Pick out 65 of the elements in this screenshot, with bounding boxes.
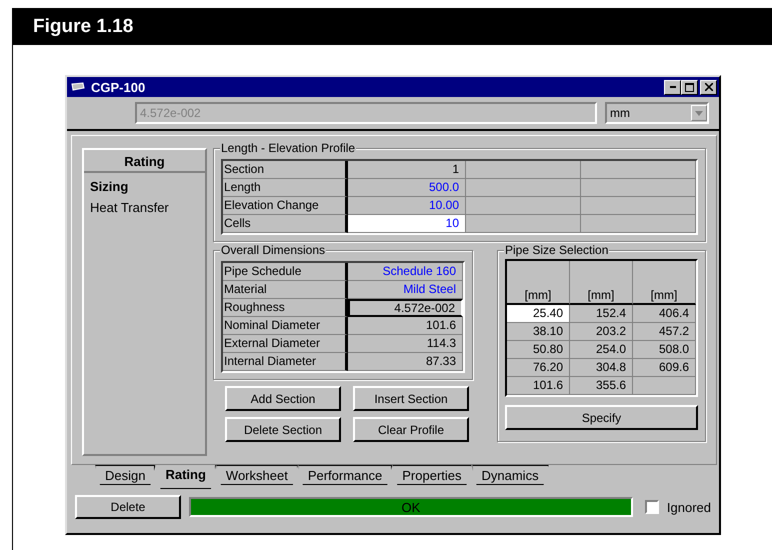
empty-cell (633, 377, 696, 395)
group-title: Pipe Size Selection (504, 243, 610, 257)
value-cell[interactable]: 114.3 (348, 335, 463, 353)
section-button[interactable]: Add Section (225, 386, 341, 411)
size-cell[interactable]: 254.0 (570, 341, 633, 359)
value-cell[interactable]: Mild Steel (348, 281, 463, 299)
tab[interactable]: Performance (298, 465, 392, 485)
group-title: Length - Elevation Profile (220, 141, 356, 155)
size-cell[interactable]: 38.10 (507, 323, 570, 341)
column-header: [mm] (570, 261, 633, 305)
figure-caption: Figure 1.18 (13, 8, 772, 45)
tab[interactable]: Dynamics (472, 465, 549, 485)
close-button[interactable] (700, 80, 717, 94)
value-cell[interactable]: 101.6 (348, 317, 463, 335)
maximize-button[interactable] (681, 80, 698, 94)
app-icon (71, 82, 85, 92)
size-cell[interactable]: 355.6 (570, 377, 633, 395)
size-cell[interactable]: 609.6 (633, 359, 696, 377)
row-label: Material (223, 281, 348, 299)
size-cell[interactable]: 25.40 (507, 305, 570, 323)
specify-button[interactable]: Specify (505, 405, 698, 430)
value-cell[interactable]: 500.0 (348, 179, 466, 197)
size-cell[interactable]: 50.80 (507, 341, 570, 359)
section-button[interactable]: Clear Profile (353, 417, 469, 442)
size-cell[interactable]: 406.4 (633, 305, 696, 323)
window-title: CGP-100 (91, 80, 146, 94)
sidebar-header: Rating (84, 150, 205, 173)
size-cell[interactable]: 101.6 (507, 377, 570, 395)
minimize-button[interactable] (664, 80, 681, 94)
size-cell[interactable]: 203.2 (570, 323, 633, 341)
column-header: [mm] (633, 261, 696, 305)
size-cell[interactable]: 304.8 (570, 359, 633, 377)
section-button[interactable]: Insert Section (353, 386, 469, 411)
checkbox-label: Ignored (666, 500, 711, 514)
delete-button[interactable]: Delete (75, 495, 181, 519)
minimize-icon (670, 86, 676, 88)
size-cell[interactable]: 457.2 (633, 323, 696, 341)
row-label: Section (223, 161, 348, 179)
tab[interactable]: Rating (155, 465, 216, 489)
section-button[interactable]: Delete Section (225, 417, 341, 442)
maximize-icon (685, 82, 694, 92)
row-label: Internal Diameter (223, 353, 348, 371)
row-label: Pipe Schedule (223, 263, 348, 281)
tab[interactable]: Worksheet (216, 465, 298, 485)
row-label: External Diameter (223, 335, 348, 353)
tab[interactable]: Design (95, 465, 156, 485)
tab[interactable]: Properties (392, 465, 472, 485)
sidebar-item[interactable]: Sizing (84, 173, 205, 194)
size-cell[interactable]: 152.4 (570, 305, 633, 323)
value-cell[interactable]: 10 (348, 215, 466, 233)
size-cell[interactable]: 508.0 (633, 341, 696, 359)
value-cell[interactable]: 1 (348, 161, 466, 179)
close-icon (704, 83, 712, 91)
status-bar: OK (189, 497, 633, 517)
value-cell[interactable]: 4.572e-002 (348, 299, 463, 317)
group-title: Overall Dimensions (220, 243, 326, 257)
ignored-checkbox[interactable] (644, 500, 659, 514)
row-label: Length (223, 179, 348, 197)
row-label: Roughness (223, 299, 348, 317)
value-cell[interactable]: Schedule 160 (348, 263, 463, 281)
row-label: Elevation Change (223, 197, 348, 215)
value-cell[interactable]: 87.33 (348, 353, 463, 371)
row-label: Nominal Diameter (223, 317, 348, 335)
sidebar-item[interactable]: Heat Transfer (84, 194, 205, 215)
size-cell[interactable]: 76.20 (507, 359, 570, 377)
